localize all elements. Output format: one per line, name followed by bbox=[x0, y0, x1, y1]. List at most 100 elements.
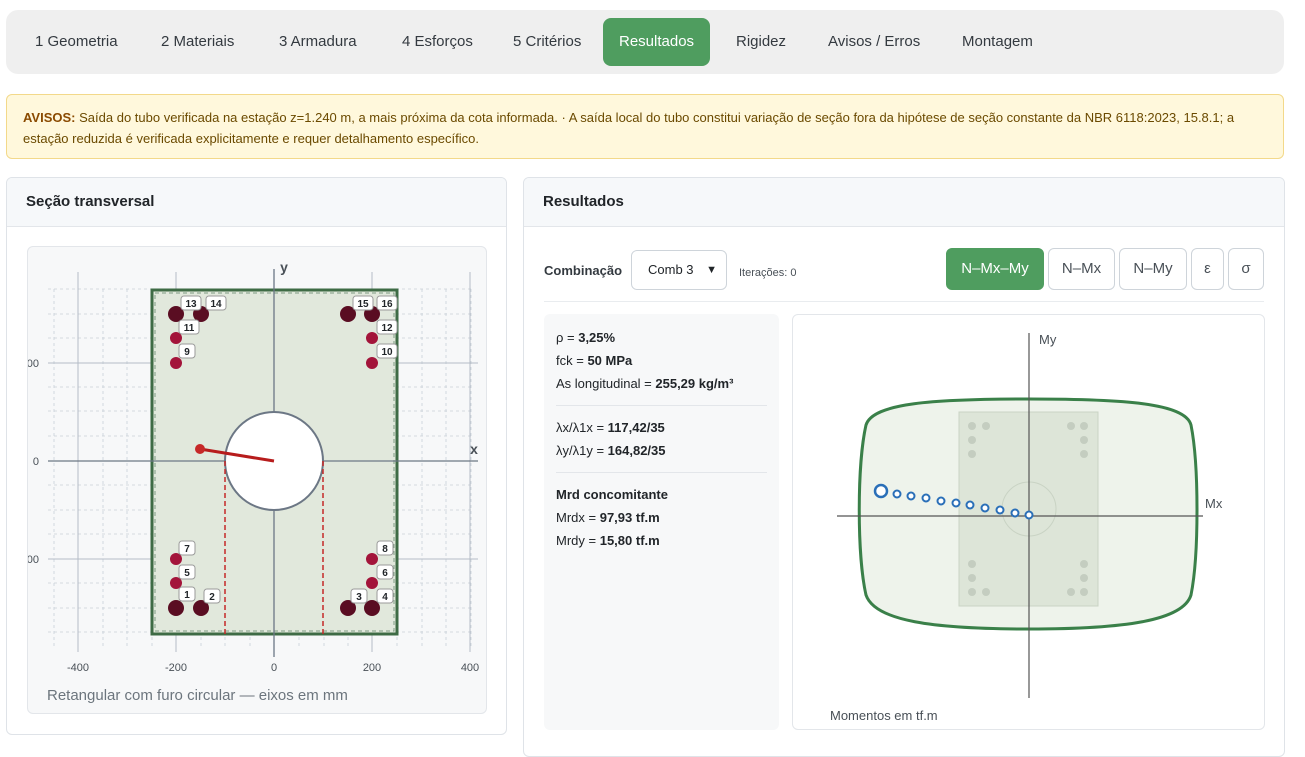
mrd-stats: Mrd concomitante Mrdx = 97,93 tf.m Mrdy … bbox=[556, 483, 767, 562]
tab-geometria[interactable]: 1 Geometria bbox=[19, 18, 134, 66]
section-drawing: 1 2 3 4 5 6 7 8 9 10 11 12 13 14 15 16 y… bbox=[27, 259, 479, 704]
fck-value: 50 MPa bbox=[587, 353, 633, 368]
rebar-label-1: 1 bbox=[184, 590, 190, 601]
lambda-y-value: 164,82/35 bbox=[607, 443, 666, 458]
rebar-label-3: 3 bbox=[356, 592, 362, 603]
alert-title: AVISOS: bbox=[23, 110, 76, 125]
rebar-label-7: 7 bbox=[184, 544, 190, 555]
combination-select-value: Comb 3 bbox=[648, 262, 694, 277]
load-path-point[interactable] bbox=[936, 496, 946, 506]
rebar-label-2: 2 bbox=[209, 592, 215, 603]
rebar-label-14: 14 bbox=[210, 299, 222, 310]
view-nmx-button[interactable]: N–Mx bbox=[1048, 248, 1115, 290]
tube-end-marker bbox=[195, 444, 205, 454]
tab-criterios[interactable]: 5 Critérios bbox=[497, 18, 597, 66]
tab-avisos-erros[interactable]: Avisos / Erros bbox=[812, 18, 936, 66]
rebar-label-9: 9 bbox=[184, 347, 190, 358]
load-path-point[interactable] bbox=[965, 500, 975, 510]
rebar-label-8: 8 bbox=[382, 544, 388, 555]
results-card: Resultados Combinação Comb 3 ▼ Iterações… bbox=[523, 177, 1285, 757]
rebar-8[interactable] bbox=[366, 553, 378, 565]
mrdx-row: Mrdx = 97,93 tf.m bbox=[556, 510, 660, 525]
alert-text: Saída do tubo verificada na estação z=1.… bbox=[23, 110, 1235, 146]
rebar-label-11: 11 bbox=[184, 323, 195, 334]
my-axis-label: My bbox=[1039, 332, 1057, 347]
load-path-point[interactable] bbox=[980, 503, 990, 513]
as-value: 255,29 kg/m³ bbox=[655, 376, 734, 391]
x-tick-neg400: -400 bbox=[67, 662, 89, 674]
mx-axis-label: Mx bbox=[1205, 496, 1223, 511]
rho-value: 3,25% bbox=[578, 330, 616, 345]
rebar-label-6: 6 bbox=[382, 568, 388, 579]
view-nmy-button[interactable]: N–My bbox=[1119, 248, 1187, 290]
mrdy-row: Mrdy = 15,80 tf.m bbox=[556, 533, 660, 548]
warnings-alert: AVISOS: Saída do tubo verificada na esta… bbox=[6, 94, 1284, 159]
interaction-plot: My Mx Momentos em tf.m bbox=[792, 314, 1265, 730]
x-tick-400: 400 bbox=[461, 662, 479, 674]
y-tick-top: 00 bbox=[28, 358, 39, 370]
rebar-10[interactable] bbox=[366, 357, 378, 369]
rebar-9[interactable] bbox=[170, 357, 182, 369]
rho-row: ρ = 3,25% bbox=[556, 330, 616, 345]
results-controls: Combinação Comb 3 ▼ Iterações: 0 N–Mx–My… bbox=[544, 248, 1264, 302]
y-tick-bottom: 00 bbox=[28, 554, 39, 566]
rebar-6[interactable] bbox=[366, 577, 378, 589]
lambda-x-row: λx/λ1x = 117,42/35 bbox=[556, 420, 665, 435]
tab-bar: 1 Geometria 2 Materiais 3 Armadura 4 Esf… bbox=[6, 10, 1284, 74]
lambda-x-value: 117,42/35 bbox=[607, 420, 665, 435]
slenderness-stats: λx/λ1x = 117,42/35 λy/λ1y = 164,82/35 bbox=[556, 416, 767, 473]
tab-montagem[interactable]: Montagem bbox=[946, 18, 1049, 66]
mrdx-value: 97,93 tf.m bbox=[599, 510, 660, 525]
tab-armadura[interactable]: 3 Armadura bbox=[263, 18, 373, 66]
section-canvas: 1 2 3 4 5 6 7 8 9 10 11 12 13 14 15 16 y… bbox=[27, 246, 487, 714]
rebar-label-12: 12 bbox=[381, 323, 393, 334]
load-path-point[interactable] bbox=[892, 489, 902, 499]
y-tick-0: 0 bbox=[33, 456, 39, 468]
view-nmxmy-button[interactable]: N–Mx–My bbox=[946, 248, 1044, 290]
tab-resultados[interactable]: Resultados bbox=[603, 18, 711, 66]
section-y-axis-label: y bbox=[280, 259, 288, 275]
section-card: Seção transversal 1 2 3 4 5 6 7 8 9 10 1… bbox=[6, 177, 507, 735]
load-path-start-point[interactable] bbox=[873, 483, 889, 499]
mrdy-value: 15,80 tf.m bbox=[599, 533, 660, 548]
tab-rigidez[interactable]: Rigidez bbox=[720, 18, 802, 66]
as-row: As longitudinal = 255,29 kg/m³ bbox=[556, 376, 734, 391]
lambda-y-row: λy/λ1y = 164,82/35 bbox=[556, 443, 666, 458]
x-tick-neg200: -200 bbox=[165, 662, 187, 674]
view-stress-button[interactable]: σ bbox=[1228, 248, 1264, 290]
x-tick-200: 200 bbox=[363, 662, 381, 674]
load-path-point[interactable] bbox=[1010, 508, 1020, 518]
rebar-label-5: 5 bbox=[184, 568, 190, 579]
tab-materiais[interactable]: 2 Materiais bbox=[145, 18, 250, 66]
rebar-label-10: 10 bbox=[381, 347, 393, 358]
results-card-title: Resultados bbox=[524, 178, 1284, 227]
rebar-1[interactable] bbox=[168, 600, 184, 616]
load-path-point[interactable] bbox=[995, 505, 1005, 515]
load-path-point[interactable] bbox=[921, 493, 931, 503]
chevron-down-icon: ▼ bbox=[706, 264, 717, 276]
view-strain-button[interactable]: ε bbox=[1191, 248, 1224, 290]
rebar-12[interactable] bbox=[366, 332, 378, 344]
results-stats-panel: ρ = 3,25% fck = 50 MPa As longitudinal =… bbox=[544, 314, 779, 730]
section-caption: Retangular com furo circular — eixos em … bbox=[47, 687, 348, 704]
x-tick-0: 0 bbox=[271, 662, 277, 674]
combination-label: Combinação bbox=[544, 263, 623, 278]
controls-divider bbox=[544, 301, 1264, 302]
tab-esforcos[interactable]: 4 Esforços bbox=[386, 18, 489, 66]
section-x-axis-label: x bbox=[470, 441, 478, 457]
load-path-point[interactable] bbox=[906, 491, 916, 501]
material-stats: ρ = 3,25% fck = 50 MPa As longitudinal =… bbox=[556, 326, 767, 406]
fck-row: fck = 50 MPa bbox=[556, 353, 633, 368]
mrd-title: Mrd concomitante bbox=[556, 487, 668, 502]
rebar-label-16: 16 bbox=[381, 299, 393, 310]
interaction-diagram: My Mx Momentos em tf.m bbox=[830, 332, 1223, 723]
rebar-label-4: 4 bbox=[382, 592, 388, 603]
rebar-label-15: 15 bbox=[357, 299, 369, 310]
load-path-point[interactable] bbox=[951, 498, 961, 508]
combination-select[interactable]: Comb 3 ▼ bbox=[631, 250, 727, 290]
load-path-end-point[interactable] bbox=[1024, 510, 1034, 520]
plot-caption: Momentos em tf.m bbox=[830, 708, 938, 723]
section-card-title: Seção transversal bbox=[7, 178, 506, 227]
rebar-label-13: 13 bbox=[185, 299, 197, 310]
iterations-text: Iterações: 0 bbox=[739, 267, 797, 279]
